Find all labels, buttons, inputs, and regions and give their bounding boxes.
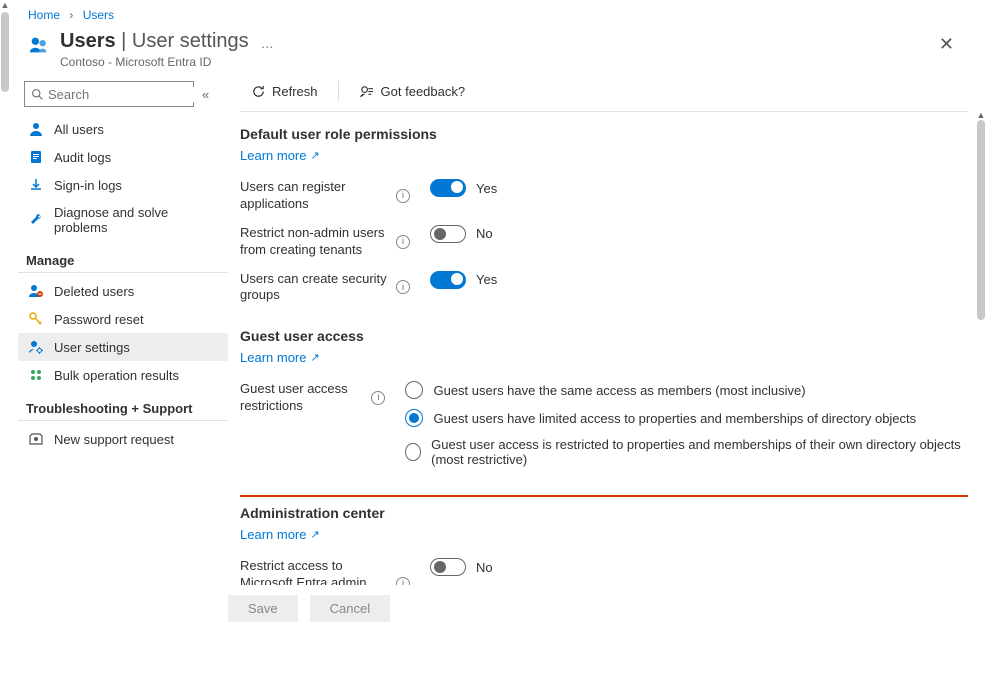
setting-restrict-tenant: Restrict non-admin users from creating t… <box>240 219 968 265</box>
toolbar: Refresh Got feedback? <box>240 75 968 112</box>
bulk-icon <box>28 367 44 383</box>
wrench-icon <box>28 212 44 228</box>
page-subtitle: Contoso - Microsoft Entra ID <box>60 55 249 69</box>
toggle-security-groups[interactable] <box>430 271 466 289</box>
sidebar-item-label: Password reset <box>54 312 144 327</box>
sidebar-item-all-users[interactable]: All users <box>18 115 228 143</box>
sidebar-section-troubleshooting: Troubleshooting + Support <box>18 389 228 421</box>
document-icon <box>28 149 44 165</box>
breadcrumb-users[interactable]: Users <box>83 8 114 22</box>
sidebar-item-user-settings[interactable]: User settings <box>18 333 228 361</box>
external-link-icon: ↗ <box>310 528 319 541</box>
external-link-icon: ↗ <box>310 149 319 162</box>
scroll-up-icon: ▲ <box>0 0 10 10</box>
toolbar-separator <box>338 81 339 101</box>
chevron-right-icon: › <box>69 8 73 22</box>
sidebar-item-deleted-users[interactable]: Deleted users <box>18 277 228 305</box>
close-button[interactable]: ✕ <box>935 30 958 59</box>
info-icon[interactable]: i <box>396 189 410 203</box>
info-icon[interactable]: i <box>371 391 385 405</box>
sidebar: « All users Audit logs Sign-in logs Diag… <box>18 75 228 632</box>
sidebar-item-diagnose[interactable]: Diagnose and solve problems <box>18 199 228 241</box>
info-icon[interactable]: i <box>396 235 410 249</box>
sidebar-item-new-support-request[interactable]: New support request <box>18 425 228 453</box>
refresh-icon <box>250 83 266 99</box>
support-icon <box>28 431 44 447</box>
sidebar-item-bulk-results[interactable]: Bulk operation results <box>18 361 228 389</box>
breadcrumb-home[interactable]: Home <box>28 8 60 22</box>
sidebar-item-label: Deleted users <box>54 284 134 299</box>
sidebar-item-label: Audit logs <box>54 150 111 165</box>
deleted-user-icon <box>28 283 44 299</box>
sidebar-item-label: User settings <box>54 340 130 355</box>
feedback-icon <box>359 83 375 99</box>
signin-icon <box>28 177 44 193</box>
info-icon[interactable]: i <box>396 280 410 294</box>
setting-guest-restrictions: Guest user access restrictionsi Guest us… <box>240 375 968 473</box>
scroll-up-icon: ▲ <box>976 110 986 120</box>
toggle-restrict-tenant[interactable] <box>430 225 466 243</box>
key-icon <box>28 311 44 327</box>
radio-guest-limited[interactable]: Guest users have limited access to prope… <box>405 409 968 427</box>
search-input[interactable] <box>48 87 224 102</box>
setting-register-apps: Users can register applicationsi Yes <box>240 173 968 219</box>
refresh-button[interactable]: Refresh <box>240 79 328 103</box>
section-title-admin-center: Administration center <box>240 505 968 521</box>
learn-more-guest[interactable]: Learn more↗ <box>240 350 320 365</box>
setting-security-groups: Users can create security groupsi Yes <box>240 265 968 311</box>
toggle-register-apps[interactable] <box>430 179 466 197</box>
scroll-thumb[interactable] <box>977 120 985 320</box>
page-title: Users | User settings <box>60 30 249 53</box>
section-title-guest: Guest user access <box>240 328 968 344</box>
footer-bar: Save Cancel <box>228 585 968 632</box>
page-scroll-left: ▲ <box>0 0 10 674</box>
sidebar-item-label: Sign-in logs <box>54 178 122 193</box>
section-title-default-role: Default user role permissions <box>240 126 968 142</box>
scroll-thumb[interactable] <box>1 12 9 92</box>
content-scroll: Default user role permissions Learn more… <box>240 112 968 632</box>
cancel-button[interactable]: Cancel <box>310 595 390 622</box>
collapse-sidebar-button[interactable]: « <box>202 87 209 102</box>
search-input-container[interactable] <box>24 81 194 107</box>
main-panel: Refresh Got feedback? Default user role … <box>228 75 968 632</box>
learn-more-admin-center[interactable]: Learn more↗ <box>240 527 320 542</box>
sidebar-section-manage: Manage <box>18 241 228 273</box>
radio-guest-restricted[interactable]: Guest user access is restricted to prope… <box>405 437 968 467</box>
sidebar-item-label: All users <box>54 122 104 137</box>
breadcrumb: Home › Users <box>0 0 986 26</box>
toggle-restrict-admin[interactable] <box>430 558 466 576</box>
search-icon <box>31 88 44 101</box>
users-icon <box>28 34 50 56</box>
sidebar-item-label: Diagnose and solve problems <box>54 205 218 235</box>
external-link-icon: ↗ <box>310 351 319 364</box>
user-settings-icon <box>28 339 44 355</box>
content-scroll-right: ▲ <box>976 0 986 674</box>
feedback-button[interactable]: Got feedback? <box>349 79 476 103</box>
radio-guest-full[interactable]: Guest users have the same access as memb… <box>405 381 968 399</box>
sidebar-item-audit-logs[interactable]: Audit logs <box>18 143 228 171</box>
learn-more-default-role[interactable]: Learn more↗ <box>240 148 320 163</box>
sidebar-item-label: Bulk operation results <box>54 368 179 383</box>
more-button[interactable]: … <box>261 36 274 51</box>
sidebar-item-password-reset[interactable]: Password reset <box>18 305 228 333</box>
page-header: Users | User settings Contoso - Microsof… <box>0 26 986 75</box>
sidebar-item-signin-logs[interactable]: Sign-in logs <box>18 171 228 199</box>
save-button[interactable]: Save <box>228 595 298 622</box>
sidebar-item-label: New support request <box>54 432 174 447</box>
user-icon <box>28 121 44 137</box>
